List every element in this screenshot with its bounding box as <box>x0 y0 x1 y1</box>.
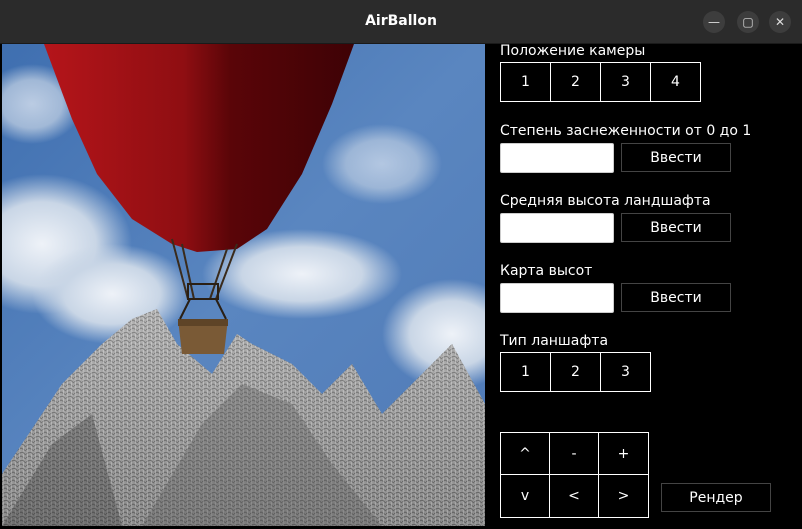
height-input[interactable] <box>500 213 614 243</box>
heightmap-label: Карта высот <box>500 263 593 279</box>
render-viewport[interactable] <box>2 44 485 526</box>
camera-3-button[interactable]: 3 <box>601 63 651 101</box>
snow-label: Степень заснеженности от 0 до 1 <box>500 123 752 139</box>
maximize-icon: ▢ <box>742 15 754 29</box>
maximize-button[interactable]: ▢ <box>737 11 759 33</box>
title-bar: AirBallon — ▢ ✕ <box>0 0 802 44</box>
heightmap-submit-button[interactable]: Ввести <box>621 283 731 312</box>
heightmap-input[interactable] <box>500 283 614 313</box>
camera-2-button[interactable]: 2 <box>551 63 601 101</box>
terrain-2-button[interactable]: 2 <box>551 353 601 391</box>
render-button[interactable]: Рендер <box>661 483 771 512</box>
render-scene <box>2 44 485 526</box>
move-down-button[interactable]: v <box>501 475 550 517</box>
control-panel: Положение камеры 1 2 3 4 Степень заснеже… <box>485 43 802 529</box>
terrain-label: Тип ланшафта <box>500 333 609 349</box>
minimize-button[interactable]: — <box>703 11 725 33</box>
window-title: AirBallon <box>365 13 437 29</box>
move-right-button[interactable]: > <box>599 475 648 517</box>
camera-label: Положение камеры <box>500 43 646 59</box>
move-left-button[interactable]: < <box>550 475 599 517</box>
terrain-buttons: 1 2 3 <box>500 352 651 392</box>
close-button[interactable]: ✕ <box>769 11 791 33</box>
navigation-controls: ^ - + v < > <box>500 432 649 518</box>
zoom-in-button[interactable]: + <box>599 433 648 475</box>
move-up-button[interactable]: ^ <box>501 433 550 475</box>
camera-1-button[interactable]: 1 <box>501 63 551 101</box>
camera-4-button[interactable]: 4 <box>651 63 700 101</box>
height-submit-button[interactable]: Ввести <box>621 213 731 242</box>
terrain-3-button[interactable]: 3 <box>601 353 650 391</box>
camera-buttons: 1 2 3 4 <box>500 62 701 102</box>
terrain-1-button[interactable]: 1 <box>501 353 551 391</box>
minimize-icon: — <box>708 15 720 29</box>
zoom-out-button[interactable]: - <box>550 433 599 475</box>
snow-submit-button[interactable]: Ввести <box>621 143 731 172</box>
app-window: AirBallon — ▢ ✕ Положение камеры 1 2 3 4… <box>0 0 802 529</box>
close-icon: ✕ <box>774 15 786 29</box>
snow-input[interactable] <box>500 143 614 173</box>
height-label: Средняя высота ландшафта <box>500 193 711 209</box>
